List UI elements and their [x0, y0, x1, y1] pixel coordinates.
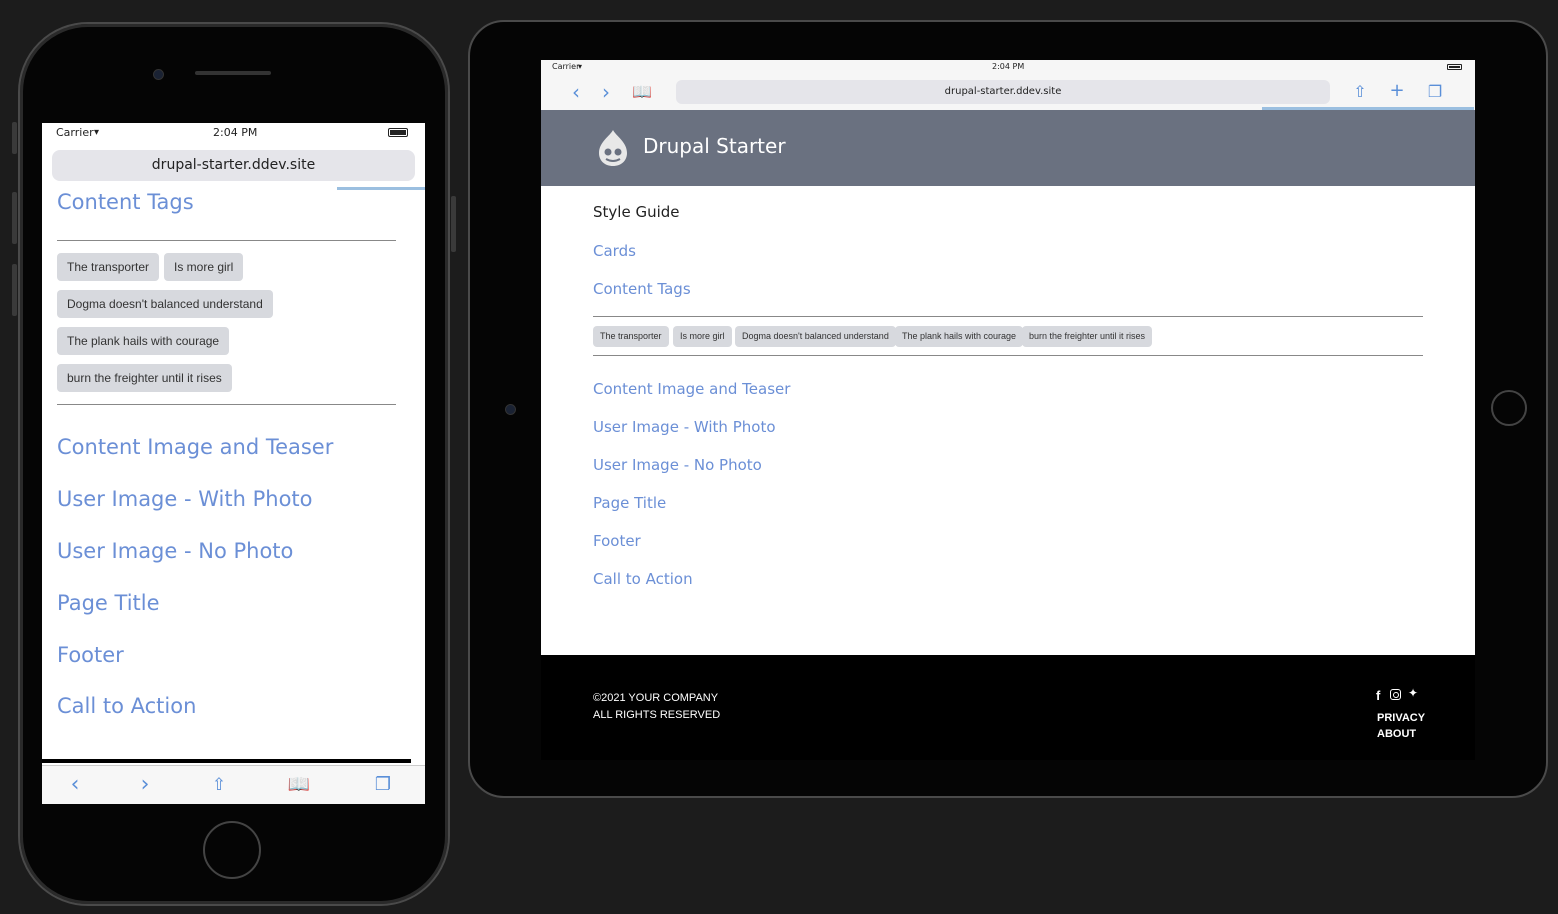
battery-icon [388, 128, 408, 137]
battery-icon [1447, 64, 1462, 70]
tag-chip[interactable]: burn the freighter until it rises [57, 364, 232, 392]
nav-link-page-title[interactable]: Page Title [57, 591, 160, 615]
phone-power-button [451, 196, 456, 252]
phone-home-button[interactable] [203, 821, 261, 879]
footer-copyright: ©2021 YOUR COMPANY [593, 692, 719, 704]
share-icon[interactable]: ⇧ [1348, 82, 1372, 101]
phone-volume-down [12, 264, 17, 316]
phone-bottom-toolbar: ‹ › ⇧ 📖 ❐ [42, 765, 425, 804]
footer-rights: ALL RIGHTS RESERVED [593, 709, 721, 721]
nav-link-user-image-photo[interactable]: User Image - With Photo [593, 418, 776, 436]
phone-volume-up [12, 192, 17, 244]
bookmarks-icon[interactable]: 📖 [284, 766, 314, 804]
nav-link-user-image-photo[interactable]: User Image - With Photo [57, 487, 313, 511]
forward-icon[interactable]: › [130, 766, 160, 804]
tags-divider-bottom [593, 355, 1423, 356]
tablet-time: 2:04 PM [992, 62, 1025, 71]
nav-link-user-image-no-photo[interactable]: User Image - No Photo [593, 456, 762, 474]
phone-speaker [195, 71, 271, 75]
tabs-icon[interactable]: ❐ [368, 766, 398, 804]
wifi-icon: ▾ [578, 62, 583, 71]
nav-link-page-title[interactable]: Page Title [593, 494, 666, 512]
style-guide-heading: Style Guide [593, 203, 680, 221]
tabs-icon[interactable]: ❐ [1423, 82, 1447, 101]
tags-divider-top [57, 240, 396, 241]
phone-mute-switch [12, 122, 17, 154]
nav-link-content-tags[interactable]: Content Tags [593, 280, 691, 298]
drupal-logo-icon[interactable] [594, 128, 632, 168]
twitter-icon[interactable]: ✦ [1408, 686, 1418, 700]
instagram-icon[interactable] [1390, 689, 1401, 700]
bookmarks-icon[interactable]: 📖 [630, 82, 654, 101]
content-tags-link[interactable]: Content Tags [57, 190, 194, 214]
phone-address-bar[interactable]: drupal-starter.ddev.site [52, 150, 415, 181]
tag-chip[interactable]: The transporter [57, 253, 160, 281]
nav-link-content-image[interactable]: Content Image and Teaser [57, 435, 333, 459]
nav-link-content-image[interactable]: Content Image and Teaser [593, 380, 790, 398]
footer-about-link[interactable]: ABOUT [1377, 728, 1416, 740]
phone-page-footer-edge [42, 759, 411, 763]
tag-chip[interactable]: Dogma doesn't balanced understand [57, 290, 273, 318]
share-icon[interactable]: ⇧ [204, 766, 234, 804]
tablet-camera [505, 404, 516, 415]
facebook-icon[interactable]: f [1376, 688, 1380, 703]
back-icon[interactable]: ‹ [60, 766, 90, 804]
nav-link-user-image-no-photo[interactable]: User Image - No Photo [57, 539, 293, 563]
forward-icon[interactable]: › [594, 80, 618, 104]
back-icon[interactable]: ‹ [564, 80, 588, 104]
tags-divider-top [593, 316, 1423, 317]
footer-privacy-link[interactable]: PRIVACY [1377, 712, 1425, 724]
phone-camera [153, 69, 164, 80]
tag-chip[interactable]: Dogma doesn't balanced understand [735, 326, 896, 347]
tablet-home-button[interactable] [1491, 390, 1527, 426]
tablet-carrier: Carrier [552, 62, 580, 71]
tablet-address-bar[interactable]: drupal-starter.ddev.site [676, 80, 1330, 104]
tag-chip[interactable]: Is more girl [164, 253, 244, 281]
nav-link-footer[interactable]: Footer [593, 532, 641, 550]
site-name[interactable]: Drupal Starter [643, 134, 786, 158]
phone-carrier: Carrier [56, 126, 94, 139]
nav-link-cards[interactable]: Cards [593, 242, 636, 260]
tags-divider-bottom [57, 404, 396, 405]
nav-link-call-to-action[interactable]: Call to Action [57, 694, 196, 718]
nav-link-call-to-action[interactable]: Call to Action [593, 570, 693, 588]
nav-link-footer[interactable]: Footer [57, 643, 124, 667]
phone-time: 2:04 PM [213, 126, 258, 139]
tag-chip[interactable]: burn the freighter until it rises [1022, 326, 1153, 347]
new-tab-icon[interactable]: + [1385, 80, 1409, 101]
phone-load-progress [337, 187, 425, 190]
tag-chip[interactable]: The plank hails with courage [57, 327, 230, 355]
site-footer [541, 655, 1475, 760]
tag-chip[interactable]: Is more girl [673, 326, 732, 347]
tag-chip[interactable]: The plank hails with courage [895, 326, 1024, 347]
tag-chip[interactable]: The transporter [593, 326, 669, 347]
wifi-icon: ▾ [94, 127, 100, 138]
